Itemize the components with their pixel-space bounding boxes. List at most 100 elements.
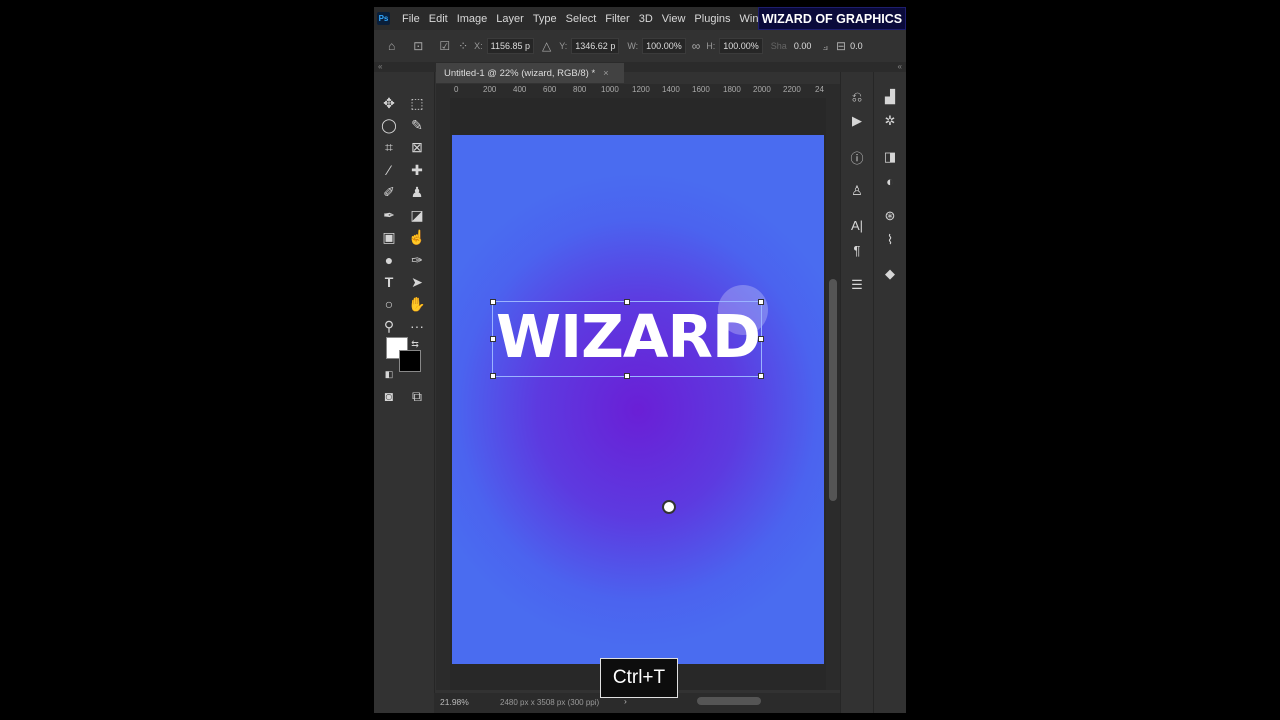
photoshop-window: Ps File Edit Image Layer Type Select Fil… <box>374 7 906 713</box>
dodge-icon[interactable]: ● <box>377 250 401 270</box>
menu-edit[interactable]: Edit <box>429 13 448 25</box>
lasso-icon[interactable]: ◯ <box>377 115 401 135</box>
stamp-icon[interactable]: ♟ <box>405 182 429 202</box>
tools-panel: ✥ ⬚ ◯ ✎ ⌗ ⊠ ⁄ ✚ ✐ ♟ ✒ ◪ ▣ ☝ ● ✑ T ➤ ○ ✋ … <box>374 72 435 713</box>
keyboard-shortcut-overlay: Ctrl+T <box>600 658 678 698</box>
cancel-transform-icon[interactable]: ⊟ <box>836 39 846 53</box>
collapse-left-icon[interactable]: « <box>378 62 382 71</box>
vertical-scroll-thumb[interactable] <box>829 279 837 501</box>
panel-dock-a: ⎌ ▶ ⓘ ♙ A| ¶ ☰ <box>840 72 873 713</box>
h-field[interactable]: 100.00% <box>719 38 763 54</box>
actions-play-icon[interactable]: ▶ <box>847 112 867 130</box>
ellipse-icon[interactable]: ○ <box>377 294 401 314</box>
channels-icon[interactable]: ⊛ <box>880 207 900 225</box>
warp-icon[interactable]: ⟓ <box>822 39 828 54</box>
horizontal-scroll-thumb[interactable] <box>697 697 761 705</box>
options-bar: ⌂ ⊡ ☑ ⁘ X: 1156.85 p △ Y: 1346.62 p W: 1… <box>374 30 906 63</box>
x-label: X: <box>474 41 483 51</box>
reference-point-icon[interactable]: ⁘ <box>458 39 468 53</box>
shear-field[interactable]: 0.00 <box>791 39 815 53</box>
navigator-icon[interactable]: ✲ <box>880 112 900 130</box>
screen-mode-icon[interactable]: ⧉ <box>405 386 429 406</box>
eyedropper-icon[interactable]: ⁄ <box>377 160 401 180</box>
collapse-right-icon[interactable]: « <box>898 62 902 71</box>
adjustments-icon[interactable]: ◐ <box>880 172 900 190</box>
quick-select-icon[interactable]: ✎ <box>405 115 429 135</box>
transform-handle-r[interactable] <box>758 336 764 342</box>
ruler-tick: 0 <box>454 85 459 94</box>
w-field[interactable]: 100.00% <box>642 38 686 54</box>
paths-icon[interactable]: ⌇ <box>880 231 900 249</box>
transform-handle-b[interactable] <box>624 373 630 379</box>
x-field[interactable]: 1156.85 p <box>486 38 535 54</box>
ruler-horizontal[interactable]: 0 200 400 600 800 1000 1200 1400 1600 18… <box>436 84 836 99</box>
transform-pivot-icon[interactable] <box>662 500 676 514</box>
character-icon[interactable]: A| <box>847 216 867 234</box>
ruler-tick: 800 <box>573 85 587 94</box>
eraser-icon[interactable]: ◪ <box>405 205 429 225</box>
transform-handle-tl[interactable] <box>490 299 496 305</box>
frame-icon[interactable]: ⊠ <box>405 137 429 157</box>
transform-handle-l[interactable] <box>490 336 496 342</box>
brush-icon[interactable]: ✐ <box>377 182 401 202</box>
marquee-icon[interactable]: ⬚ <box>405 93 429 113</box>
transform-handle-tr[interactable] <box>758 299 764 305</box>
close-tab-icon[interactable]: × <box>603 68 609 79</box>
move-icon[interactable]: ✥ <box>377 93 401 113</box>
history-brush-icon[interactable]: ✒ <box>377 205 401 225</box>
histogram-icon[interactable]: ▟ <box>880 88 900 106</box>
ruler-vertical[interactable] <box>436 98 451 690</box>
smudge-icon[interactable]: ☝ <box>405 227 429 247</box>
brand-overlay: WIZARD OF GRAPHICS <box>758 7 906 30</box>
ruler-tick: 2200 <box>783 85 801 94</box>
menu-image[interactable]: Image <box>457 13 488 25</box>
transform-handle-t[interactable] <box>624 299 630 305</box>
transform-handle-bl[interactable] <box>490 373 496 379</box>
menu-plugins[interactable]: Plugins <box>694 13 730 25</box>
info-icon[interactable]: ⓘ <box>847 148 867 166</box>
properties-icon[interactable]: ☰ <box>847 276 867 294</box>
history-icon[interactable]: ⎌ <box>847 88 867 106</box>
menu-3d[interactable]: 3D <box>639 13 653 25</box>
canvas-area[interactable]: WIZARD <box>450 98 826 690</box>
crop-icon[interactable]: ⌗ <box>377 137 401 157</box>
hand-icon[interactable]: ✋ <box>405 294 429 314</box>
menu-select[interactable]: Select <box>566 13 597 25</box>
menu-type[interactable]: Type <box>533 13 557 25</box>
last-field[interactable]: 0.0 <box>850 41 863 51</box>
layers-icon[interactable]: ◆ <box>880 265 900 283</box>
ruler-tick: 1200 <box>632 85 650 94</box>
menu-filter[interactable]: Filter <box>605 13 629 25</box>
ruler-tick: 400 <box>513 85 527 94</box>
clone-source-icon[interactable]: ♙ <box>847 182 867 200</box>
swap-colors-icon[interactable]: ⇆ <box>408 334 422 354</box>
pen-icon[interactable]: ✑ <box>405 250 429 270</box>
document-tab-title: Untitled-1 @ 22% (wizard, RGB/8) * <box>444 67 596 79</box>
home-icon[interactable]: ⌂ <box>388 39 395 53</box>
vertical-scrollbar[interactable] <box>826 84 840 690</box>
zoom-level[interactable]: 21.98% <box>440 697 469 707</box>
type-icon[interactable]: T <box>377 272 401 292</box>
default-colors-icon[interactable]: ◧ <box>382 364 396 384</box>
y-field[interactable]: 1346.62 p <box>571 38 620 54</box>
link-icon[interactable]: ∞ <box>692 39 701 53</box>
healing-icon[interactable]: ✚ <box>405 160 429 180</box>
zoom-icon[interactable]: ⚲ <box>377 316 401 336</box>
menu-file[interactable]: File <box>402 13 420 25</box>
menu-layer[interactable]: Layer <box>496 13 524 25</box>
delta-icon[interactable]: △ <box>542 39 551 53</box>
gradient-icon[interactable]: ▣ <box>377 227 401 247</box>
document-tab[interactable]: Untitled-1 @ 22% (wizard, RGB/8) * × <box>436 63 624 83</box>
more-icon[interactable]: ··· <box>405 316 429 336</box>
transform-icon[interactable]: ⊡ <box>413 39 423 53</box>
path-select-icon[interactable]: ➤ <box>405 272 429 292</box>
ruler-tick: 2000 <box>753 85 771 94</box>
quickmask-icon[interactable]: ◙ <box>377 386 401 406</box>
menu-view[interactable]: View <box>662 13 686 25</box>
swatches-icon[interactable]: ◨ <box>880 148 900 166</box>
checkbox-icon[interactable]: ☑ <box>439 39 450 53</box>
document-canvas[interactable]: WIZARD <box>452 135 824 664</box>
transform-handle-br[interactable] <box>758 373 764 379</box>
paragraph-icon[interactable]: ¶ <box>847 241 867 259</box>
transform-bounding-box[interactable] <box>490 299 764 514</box>
